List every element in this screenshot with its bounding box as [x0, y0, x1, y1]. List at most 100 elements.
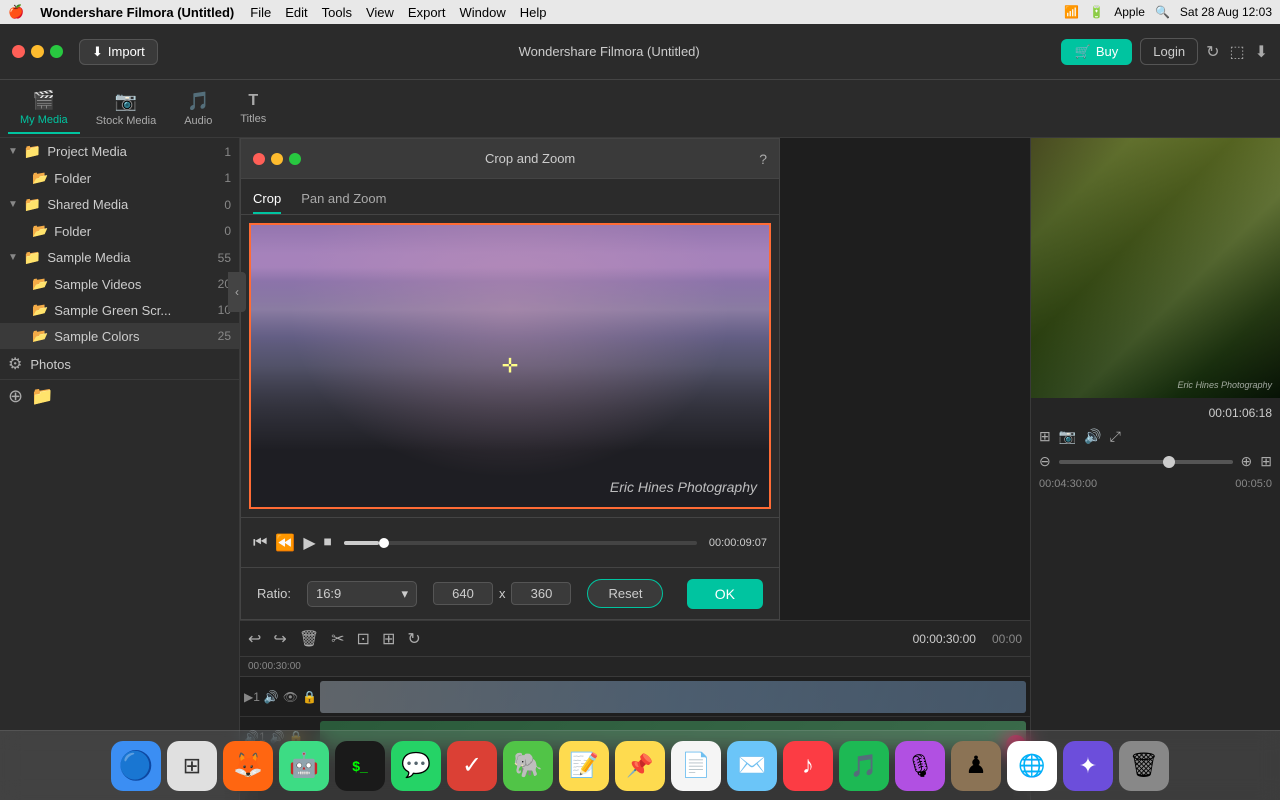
- share-icon[interactable]: ⬚: [1229, 42, 1244, 62]
- previous-frame-button[interactable]: ⏮: [253, 534, 267, 552]
- gear-icon: ⚙: [8, 354, 22, 374]
- dock-trash[interactable]: 🗑: [1119, 741, 1169, 791]
- progress-fill: [344, 541, 379, 545]
- buy-button[interactable]: 🛒 Buy: [1061, 39, 1133, 65]
- menu-window[interactable]: Window: [460, 5, 506, 20]
- import-button[interactable]: ⬇ Import: [79, 39, 158, 65]
- nav-my-media[interactable]: 🎬 My Media: [8, 84, 80, 134]
- dock-mail[interactable]: ✉️: [727, 741, 777, 791]
- menu-tools[interactable]: Tools: [322, 5, 352, 20]
- menu-help[interactable]: Help: [520, 5, 547, 20]
- play-button[interactable]: ▶: [303, 533, 315, 553]
- playback-progress-bar[interactable]: [344, 541, 697, 545]
- progress-thumb: [379, 538, 389, 548]
- ok-button[interactable]: OK: [687, 579, 763, 609]
- menu-edit[interactable]: Edit: [285, 5, 307, 20]
- login-button[interactable]: Login: [1140, 38, 1198, 65]
- ratio-select[interactable]: 16:9 ▾: [307, 581, 417, 607]
- playback-controls: ⏮ ⏪ ▶ ⏹: [253, 533, 332, 553]
- snapshot-icon[interactable]: 📷: [1059, 428, 1076, 445]
- folder-icon: 📂: [32, 328, 48, 344]
- volume-icon[interactable]: 🔊: [1084, 428, 1101, 445]
- add-folder-button[interactable]: 📁: [31, 386, 53, 407]
- dock-todoist[interactable]: ✓: [447, 741, 497, 791]
- dock-notes[interactable]: 📝: [559, 741, 609, 791]
- dock-launchpad[interactable]: ⊞: [167, 741, 217, 791]
- dialog-footer: Ratio: 16:9 ▾ x Reset OK: [241, 567, 779, 619]
- dock-terminal[interactable]: $_: [335, 741, 385, 791]
- search-icon[interactable]: 🔍: [1155, 5, 1170, 19]
- dock-whatsapp[interactable]: 💬: [391, 741, 441, 791]
- dock-topnotch[interactable]: ✦: [1063, 741, 1113, 791]
- rotate-icon[interactable]: ↻: [407, 629, 420, 649]
- transform-icon[interactable]: ⊞: [382, 629, 395, 649]
- sidebar-collapse-button[interactable]: ‹: [228, 272, 246, 312]
- crop-icon[interactable]: ⊡: [357, 629, 370, 649]
- reset-button[interactable]: Reset: [587, 579, 663, 608]
- dock-evernote[interactable]: 🐘: [503, 741, 553, 791]
- height-input[interactable]: [511, 582, 571, 605]
- add-media-button[interactable]: ⊕: [8, 386, 23, 407]
- download-icon[interactable]: ⬇: [1255, 42, 1268, 62]
- timeline-ruler: 00:00:30:00: [240, 657, 1030, 677]
- help-icon[interactable]: ?: [759, 151, 767, 167]
- visibility-icon[interactable]: 👁: [283, 690, 298, 704]
- zoom-out-icon[interactable]: ⊖: [1039, 453, 1051, 470]
- lock-icon[interactable]: 🔒: [302, 690, 317, 704]
- fullscreen-icon[interactable]: ⤢: [1110, 428, 1121, 445]
- nav-titles[interactable]: T Titles: [228, 86, 278, 131]
- dock-chrome[interactable]: 🌐: [1007, 741, 1057, 791]
- right-panel-controls: 00:01:06:18 ⊞ 📷 🔊 ⤢ ⊖ ⊕ ⊞ 00:04:30:00: [1031, 398, 1280, 498]
- sidebar-item-sample-media[interactable]: ▼ 📁 Sample Media 55: [0, 244, 239, 271]
- sidebar-subitem-sample-videos[interactable]: 📂 Sample Videos 20: [0, 271, 239, 297]
- refresh-icon[interactable]: ↻: [1206, 42, 1219, 62]
- dock-firefox[interactable]: 🦊: [223, 741, 273, 791]
- tab-crop[interactable]: Crop: [253, 185, 281, 214]
- delete-icon[interactable]: 🗑: [299, 629, 319, 649]
- menu-export[interactable]: Export: [408, 5, 446, 20]
- cut-icon[interactable]: ✂: [331, 629, 344, 649]
- dialog-minimize-button[interactable]: [271, 153, 283, 165]
- maximize-button[interactable]: [50, 45, 63, 58]
- dock-music[interactable]: ♪: [783, 741, 833, 791]
- dock-stickies[interactable]: 📌: [615, 741, 665, 791]
- close-button[interactable]: [12, 45, 25, 58]
- dock-android-studio[interactable]: 🤖: [279, 741, 329, 791]
- apple-menu[interactable]: 🍎: [8, 4, 24, 20]
- dock-finder[interactable]: 🔵: [111, 741, 161, 791]
- sidebar-subitem-shared-folder[interactable]: 📂 Folder 0: [0, 218, 239, 244]
- width-input[interactable]: [433, 582, 493, 605]
- zoom-in-icon[interactable]: ⊕: [1241, 453, 1253, 470]
- dock-spotify[interactable]: 🎵: [839, 741, 889, 791]
- grid-icon[interactable]: ⊞: [1260, 453, 1272, 470]
- sidebar-item-project-media[interactable]: ▼ 📁 Project Media 1: [0, 138, 239, 165]
- undo-icon[interactable]: ↩: [248, 629, 261, 649]
- video-clip[interactable]: [320, 681, 1026, 713]
- dock-chess[interactable]: ♟: [951, 741, 1001, 791]
- audio-toggle-icon[interactable]: 🔊: [264, 690, 279, 704]
- stop-button[interactable]: ⏹: [324, 534, 332, 552]
- crop-preview[interactable]: ✛ Eric Hines Photography: [249, 223, 771, 509]
- battery-icon: 🔋: [1089, 5, 1104, 19]
- menu-file[interactable]: File: [250, 5, 271, 20]
- dialog-zoom-button[interactable]: [289, 153, 301, 165]
- sidebar-item-shared-media[interactable]: ▼ 📁 Shared Media 0: [0, 191, 239, 218]
- zoom-slider[interactable]: [1059, 460, 1233, 464]
- fit-icon[interactable]: ⊞: [1039, 428, 1051, 445]
- step-back-button[interactable]: ⏪: [275, 533, 295, 553]
- nav-audio[interactable]: 🎵 Audio: [172, 85, 224, 133]
- minimize-button[interactable]: [31, 45, 44, 58]
- redo-icon[interactable]: ↪: [273, 629, 286, 649]
- sidebar-subitem-sample-green[interactable]: 📂 Sample Green Scr... 10: [0, 297, 239, 323]
- nav-stock-media[interactable]: 📷 Stock Media: [84, 85, 169, 133]
- dialog-close-button[interactable]: [253, 153, 265, 165]
- menu-view[interactable]: View: [366, 5, 394, 20]
- dock-podcasts[interactable]: 🎙: [895, 741, 945, 791]
- sidebar-subitem-sample-colors[interactable]: 📂 Sample Colors 25: [0, 323, 239, 349]
- tab-pan-zoom[interactable]: Pan and Zoom: [301, 185, 386, 214]
- sidebar-subitem-project-folder[interactable]: 📂 Folder 1: [0, 165, 239, 191]
- folder-icon: 📁: [24, 196, 41, 213]
- sidebar-item-photos[interactable]: ⚙ Photos: [0, 349, 239, 379]
- dock-preview[interactable]: 📄: [671, 741, 721, 791]
- preview-overlay: [1031, 138, 1280, 398]
